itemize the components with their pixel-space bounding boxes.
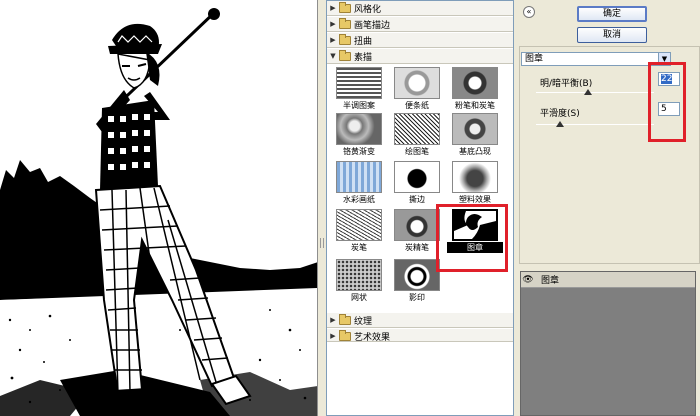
thumb-image [452, 67, 498, 99]
smoothness-slider-track[interactable] [536, 124, 654, 125]
ok-button[interactable]: 确定 [577, 6, 647, 22]
thumb-label: 基底凸现 [459, 147, 491, 156]
folder-icon [339, 33, 351, 45]
thumb-image [394, 259, 440, 291]
filter-gallery-window: ▶ 风格化 ▶ 画笔描边 ▶ 扭曲 ▼ 素描 半调图案 便条纸 粉笔和炭笔 铬黄… [0, 0, 700, 416]
cancel-button[interactable]: 取消 [577, 27, 647, 43]
smoothness-label: 平滑度(S) [540, 109, 580, 119]
filter-thumb-plaster[interactable]: 塑料效果 [447, 161, 503, 209]
effect-layers-panel: 👁 图章 [520, 271, 696, 416]
selection-highlight-box [436, 204, 508, 272]
preview-image [0, 0, 317, 416]
filter-thumb-water-paper[interactable]: 水彩画纸 [331, 161, 387, 209]
filter-thumb-chalk-charcoal[interactable]: 粉笔和炭笔 [447, 67, 503, 115]
preview-canvas[interactable] [0, 0, 318, 416]
collapse-arrow-icon[interactable]: ▼ [327, 52, 339, 60]
category-label: 素描 [354, 52, 373, 63]
folder-open-icon [339, 49, 351, 61]
category-sketch[interactable]: ▼ 素描 [327, 49, 513, 64]
thumb-image [394, 113, 440, 145]
effect-layer-row[interactable]: 👁 图章 [521, 272, 695, 288]
smoothness-slider-thumb[interactable] [555, 121, 564, 127]
thumb-image [394, 67, 440, 99]
category-brush-strokes[interactable]: ▶ 画笔描边 [327, 17, 513, 32]
category-label: 风格化 [354, 4, 382, 15]
thumb-label: 绘图笔 [405, 147, 429, 156]
panel-splitter[interactable] [318, 0, 326, 416]
splitter-grip[interactable] [320, 238, 324, 248]
thumb-image [336, 161, 382, 193]
gallery-empty-area [327, 341, 513, 415]
thumb-label: 网状 [351, 293, 367, 302]
folder-icon [339, 329, 351, 341]
thumb-label: 粉笔和炭笔 [455, 101, 495, 110]
folder-icon [339, 313, 351, 325]
expand-arrow-icon[interactable]: ▶ [327, 4, 339, 12]
thumb-label: 便条纸 [405, 101, 429, 110]
expand-arrow-icon[interactable]: ▶ [327, 332, 339, 340]
category-stylize[interactable]: ▶ 风格化 [327, 1, 513, 16]
thumb-label: 铬黄渐变 [343, 147, 375, 156]
category-distort[interactable]: ▶ 扭曲 [327, 33, 513, 48]
filter-thumb-halftone[interactable]: 半调图案 [331, 67, 387, 115]
folder-icon [339, 1, 351, 13]
filter-thumb-bas-relief[interactable]: 基底凸现 [447, 113, 503, 161]
thumb-image [336, 259, 382, 291]
filter-thumb-charcoal[interactable]: 炭笔 [331, 209, 387, 257]
collapse-gallery-icon[interactable]: « [523, 6, 535, 18]
settings-panel: « 确定 取消 图章 ▼ 明/暗平衡(B) 22 平滑度(S) 5 👁 图章 [514, 0, 700, 416]
thumb-image [336, 113, 382, 145]
balance-slider-track[interactable] [536, 92, 654, 93]
category-label: 纹理 [354, 316, 373, 327]
thumb-image [452, 113, 498, 145]
params-highlight-box [648, 62, 686, 142]
category-label: 画笔描边 [354, 20, 391, 31]
category-label: 扭曲 [354, 36, 373, 47]
thumb-label: 影印 [409, 293, 425, 302]
effect-layer-label: 图章 [541, 276, 560, 286]
thumb-label: 炭笔 [351, 243, 367, 252]
thumb-label: 水彩画纸 [343, 195, 375, 204]
thumb-image [394, 161, 440, 193]
filter-thumb-chrome[interactable]: 铬黄渐变 [331, 113, 387, 161]
filter-thumb-graphic-pen[interactable]: 绘图笔 [389, 113, 445, 161]
eye-icon[interactable]: 👁 [521, 275, 535, 285]
thumb-image [336, 209, 382, 241]
folder-icon [339, 17, 351, 29]
expand-arrow-icon[interactable]: ▶ [327, 36, 339, 44]
filter-thumb-torn-edges[interactable]: 撕边 [389, 161, 445, 209]
category-texture[interactable]: ▶ 纹理 [327, 313, 513, 328]
expand-arrow-icon[interactable]: ▶ [327, 20, 339, 28]
filter-select-value: 图章 [525, 54, 544, 64]
expand-arrow-icon[interactable]: ▶ [327, 316, 339, 324]
thumb-image [394, 209, 440, 241]
filter-thumb-note-paper[interactable]: 便条纸 [389, 67, 445, 115]
balance-slider-thumb[interactable] [583, 89, 592, 95]
filter-thumb-reticulation[interactable]: 网状 [331, 259, 387, 307]
thumb-image [336, 67, 382, 99]
thumb-image [452, 161, 498, 193]
thumb-label: 半调图案 [343, 101, 375, 110]
balance-label: 明/暗平衡(B) [540, 79, 593, 89]
